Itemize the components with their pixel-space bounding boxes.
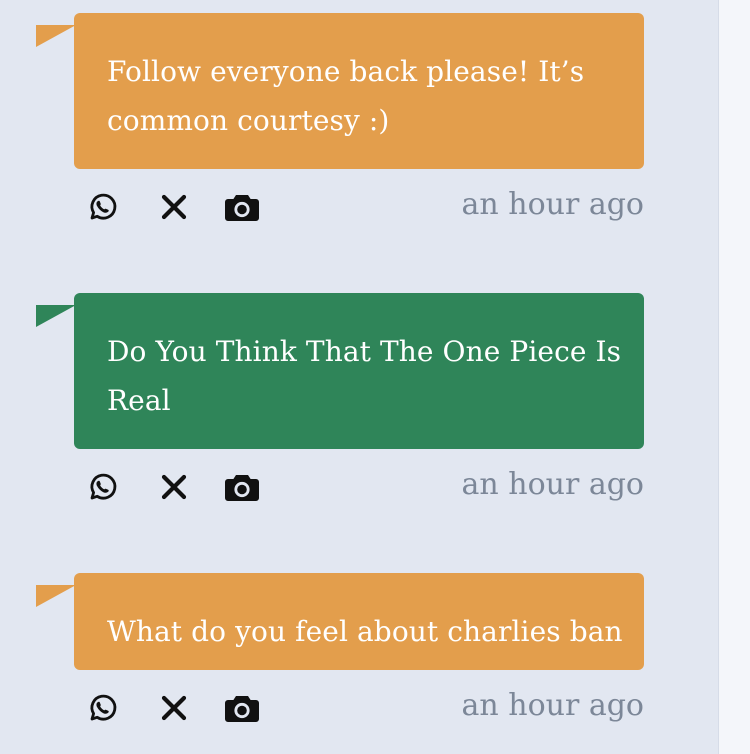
message-bubble-wrap: What do you feel about charlies ban bbox=[36, 573, 644, 670]
bubble-tail bbox=[36, 305, 76, 327]
timestamp: an hour ago bbox=[461, 467, 644, 502]
timestamp: an hour ago bbox=[461, 187, 644, 222]
message-card: Follow everyone back please! It’s common… bbox=[36, 13, 644, 231]
bubble-tail bbox=[36, 25, 76, 47]
close-x-icon[interactable] bbox=[156, 469, 192, 505]
close-x-icon[interactable] bbox=[156, 690, 192, 726]
message-bubble[interactable]: Do You Think That The One Piece Is Real bbox=[74, 293, 644, 449]
bubble-tail bbox=[36, 585, 76, 607]
message-feed: Follow everyone back please! It’s common… bbox=[0, 0, 718, 754]
message-text: Follow everyone back please! It’s common… bbox=[107, 55, 585, 137]
scrollbar-track[interactable] bbox=[718, 0, 750, 754]
message-bubble-wrap: Follow everyone back please! It’s common… bbox=[36, 13, 644, 169]
whatsapp-icon[interactable] bbox=[84, 189, 120, 225]
message-card: What do you feel about charlies ban an h… bbox=[36, 573, 644, 732]
message-actions: an hour ago bbox=[74, 461, 644, 511]
message-bubble[interactable]: Follow everyone back please! It’s common… bbox=[74, 13, 644, 169]
camera-icon[interactable] bbox=[224, 189, 260, 225]
message-text: What do you feel about charlies ban bbox=[107, 615, 623, 648]
message-card: Do You Think That The One Piece Is Real bbox=[36, 293, 644, 511]
whatsapp-icon[interactable] bbox=[84, 469, 120, 505]
whatsapp-icon[interactable] bbox=[84, 690, 120, 726]
camera-icon[interactable] bbox=[224, 690, 260, 726]
close-x-icon[interactable] bbox=[156, 189, 192, 225]
message-bubble-wrap: Do You Think That The One Piece Is Real bbox=[36, 293, 644, 449]
message-bubble[interactable]: What do you feel about charlies ban bbox=[74, 573, 644, 670]
timestamp: an hour ago bbox=[461, 688, 644, 723]
message-actions: an hour ago bbox=[74, 682, 644, 732]
camera-icon[interactable] bbox=[224, 469, 260, 505]
message-text: Do You Think That The One Piece Is Real bbox=[107, 335, 622, 417]
message-actions: an hour ago bbox=[74, 181, 644, 231]
